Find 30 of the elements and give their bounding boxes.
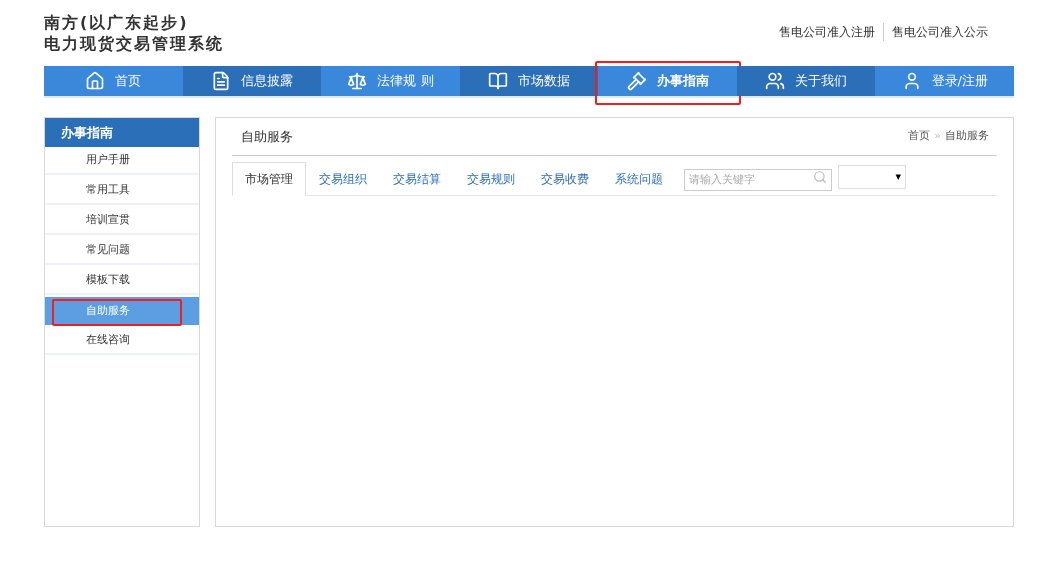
scale-icon (347, 71, 368, 91)
nav-tab[interactable]: 登录/注册 (875, 66, 1015, 96)
book-icon (488, 71, 508, 91)
nav-tab[interactable]: 首页 (44, 66, 183, 96)
category-tab[interactable]: 系统问题 (602, 162, 676, 196)
site-title: 电力现货交易管理系统 (44, 33, 224, 54)
users-icon (765, 71, 786, 91)
category-tab[interactable]: 交易收费 (528, 162, 602, 196)
top-link[interactable]: 售电公司准入注册 (771, 23, 883, 41)
breadcrumb-separator: » (934, 128, 941, 145)
breadcrumb-link[interactable]: 首页 (908, 128, 931, 145)
nav-tab[interactable]: 市场数据 (459, 66, 599, 96)
category-tab[interactable]: 交易组织 (306, 162, 380, 196)
breadcrumb-link[interactable]: 自助服务 (945, 128, 989, 145)
site-title: 南方(以广东起步) (44, 12, 190, 33)
category-tab[interactable]: 市场管理 (232, 162, 306, 196)
category-dropdown[interactable]: ▾ (838, 165, 906, 189)
nav-tab[interactable]: 关于我们 (736, 66, 876, 96)
top-link[interactable]: 售电公司准入公示 (883, 23, 996, 41)
nav-tab[interactable]: 信息披露 (182, 66, 322, 96)
category-tab[interactable]: 交易结算 (380, 162, 454, 196)
nav-tab[interactable]: 法律规 则 (321, 66, 460, 96)
panel-title: 自助服务 (240, 127, 293, 146)
category-tab[interactable]: 交易规则 (454, 162, 528, 196)
sidebar-title: 办事指南 (45, 118, 199, 147)
home-icon (85, 71, 106, 91)
search-field[interactable]: 请输入关键字 (684, 168, 832, 191)
gavel-icon (626, 71, 647, 91)
nav-tab[interactable]: 办事指南 (598, 66, 737, 96)
search-icon (813, 170, 827, 184)
